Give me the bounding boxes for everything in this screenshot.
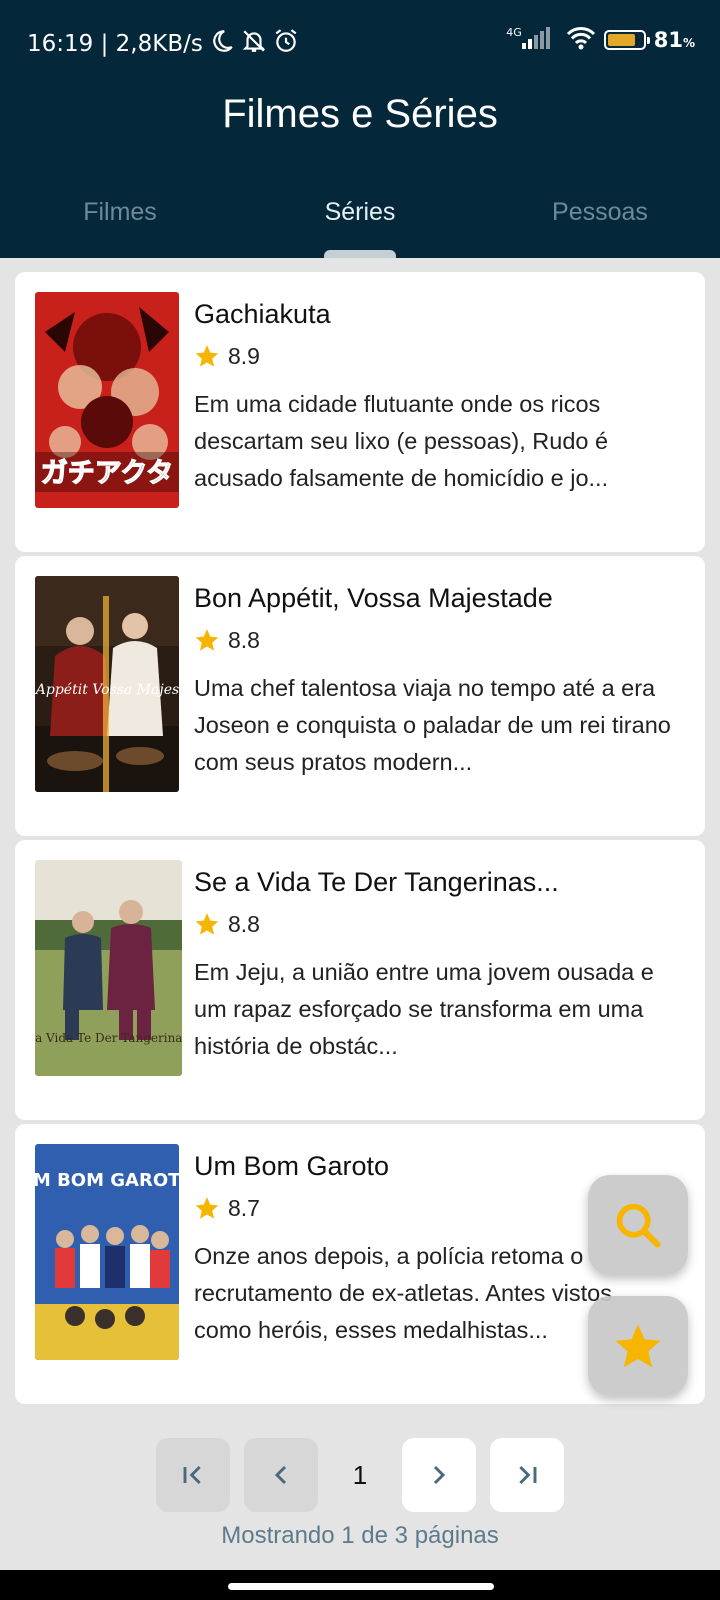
rating-value: 8.8 xyxy=(228,626,260,653)
battery-percent: 81% xyxy=(653,28,695,52)
series-poster: ガチアクタ xyxy=(35,292,179,508)
status-left: 16:19 | 2,8KB/s xyxy=(27,28,299,60)
favorites-button[interactable] xyxy=(588,1296,688,1396)
tab-series[interactable]: Séries xyxy=(240,190,480,258)
series-description: Em uma cidade flutuante onde os ricos de… xyxy=(194,391,609,491)
poster-logo: UM BOM GAROTO xyxy=(35,1170,179,1191)
moon-icon xyxy=(209,28,235,60)
battery-fill xyxy=(607,34,636,46)
status-bar: 16:19 | 2,8KB/s 4G 81% xyxy=(0,0,720,86)
rating-value: 8.9 xyxy=(228,342,260,369)
poster-logo: Bon Appétit Vossa Majestade xyxy=(35,682,179,698)
star-icon xyxy=(195,345,219,367)
star-icon xyxy=(195,629,219,651)
chevron-right-icon xyxy=(433,1465,446,1485)
tab-filmes[interactable]: Filmes xyxy=(0,190,240,258)
search-button[interactable] xyxy=(588,1175,688,1275)
rating: 8.9 xyxy=(194,338,674,374)
current-page: 1 xyxy=(352,1459,368,1490)
poster-logo: Se a Vida Te Der Tangerinas... xyxy=(35,1031,182,1045)
first-page-icon xyxy=(183,1465,201,1485)
rating: 8.8 xyxy=(194,622,674,658)
next-page-button[interactable] xyxy=(402,1438,476,1512)
series-title: Gachiakuta xyxy=(194,299,331,329)
wifi-icon xyxy=(566,26,596,54)
card-body: Gachiakuta 8.9 Em uma cidade flutuante o… xyxy=(194,294,674,497)
poster-logo: ガチアクタ xyxy=(41,458,174,489)
series-description: Uma chef talentosa viaja no tempo até a … xyxy=(194,675,671,775)
page-title: Filmes e Séries xyxy=(222,92,498,136)
series-card[interactable]: Se a Vida Te Der Tangerinas... Se a Vida… xyxy=(15,840,705,1120)
rating-value: 8.8 xyxy=(228,910,260,937)
search-icon xyxy=(616,1203,661,1248)
series-description: Em Jeju, a união entre uma jovem ousada … xyxy=(194,959,654,1059)
chevron-left-icon xyxy=(274,1465,287,1485)
series-title: Se a Vida Te Der Tangerinas... xyxy=(194,867,559,897)
series-card[interactable]: ガチアクタ Gachiakuta 8.9 Em uma cidade flutu… xyxy=(15,272,705,552)
network-label: 4G xyxy=(506,25,522,39)
pagination-info: Mostrando 1 de 3 páginas xyxy=(221,1522,499,1549)
app-header: 16:19 | 2,8KB/s 4G 81% Filmes e Séries F… xyxy=(0,0,720,258)
rating-value: 8.7 xyxy=(228,1194,260,1221)
status-time-speed: 16:19 | 2,8KB/s xyxy=(27,31,203,57)
last-page-icon xyxy=(519,1465,537,1485)
tab-pessoas[interactable]: Pessoas xyxy=(480,190,720,258)
tab-bar: Filmes Séries Pessoas xyxy=(0,190,720,258)
series-poster: Bon Appétit Vossa Majestade xyxy=(35,576,179,792)
battery-icon xyxy=(603,30,650,50)
card-body: Bon Appétit, Vossa Majestade 8.8 Uma che… xyxy=(194,578,674,781)
star-icon xyxy=(615,1324,661,1368)
series-title: Bon Appétit, Vossa Majestade xyxy=(194,583,553,613)
first-page-button[interactable] xyxy=(156,1438,230,1512)
bell-off-icon xyxy=(241,28,267,60)
previous-page-button[interactable] xyxy=(244,1438,318,1512)
pagination: 1 xyxy=(0,1438,720,1512)
series-poster: UM BOM GAROTO xyxy=(35,1144,179,1360)
series-poster: Se a Vida Te Der Tangerinas... xyxy=(35,860,182,1076)
home-indicator[interactable] xyxy=(228,1583,494,1590)
status-right: 4G 81% xyxy=(506,26,695,54)
series-card[interactable]: Bon Appétit Vossa Majestade Bon Appétit,… xyxy=(15,556,705,836)
card-body: Se a Vida Te Der Tangerinas... 8.8 Em Je… xyxy=(194,862,674,1065)
rating: 8.8 xyxy=(194,906,674,942)
signal-icon xyxy=(521,27,550,53)
last-page-button[interactable] xyxy=(490,1438,564,1512)
alarm-icon xyxy=(273,28,299,60)
star-icon xyxy=(195,1197,219,1219)
star-icon xyxy=(195,913,219,935)
